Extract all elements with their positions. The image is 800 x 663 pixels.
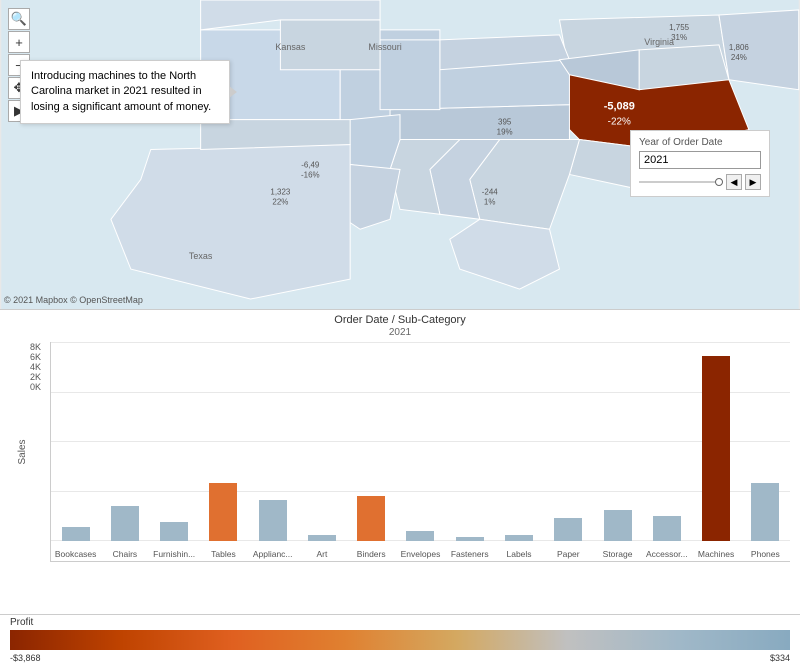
y-tick: 2K bbox=[30, 372, 41, 382]
bar-group[interactable]: Bookcases bbox=[51, 342, 100, 541]
year-filter-slider[interactable] bbox=[639, 181, 723, 183]
bar-label: Storage bbox=[603, 549, 633, 559]
bar-group[interactable]: Paper bbox=[544, 342, 593, 541]
svg-text:Texas: Texas bbox=[189, 251, 213, 261]
year-filter: Year of Order Date ◀ ▶ bbox=[630, 130, 770, 197]
slider-thumb[interactable] bbox=[715, 178, 723, 186]
bar-group[interactable]: Machines bbox=[691, 342, 740, 541]
y-axis-label: Sales bbox=[17, 439, 28, 464]
slider-prev-button[interactable]: ◀ bbox=[726, 174, 742, 190]
profit-bar-container: -$3,868 $334 bbox=[10, 630, 790, 650]
search-button[interactable]: 🔍 bbox=[8, 8, 30, 30]
profit-label: Profit bbox=[10, 617, 790, 628]
bar bbox=[160, 522, 188, 542]
bar-label: Fasteners bbox=[451, 549, 489, 559]
bar-group[interactable]: Envelopes bbox=[396, 342, 445, 541]
bar bbox=[406, 531, 434, 541]
profit-min-label: -$3,868 bbox=[10, 653, 41, 663]
bar-group[interactable]: Applianc... bbox=[248, 342, 297, 541]
slider-next-button[interactable]: ▶ bbox=[745, 174, 761, 190]
zoom-in-button[interactable]: + bbox=[8, 31, 30, 53]
svg-text:1,806: 1,806 bbox=[729, 43, 750, 52]
y-tick: 0K bbox=[30, 382, 41, 392]
bar-group[interactable]: Furnishin... bbox=[150, 342, 199, 541]
chart-subtitle: 2021 bbox=[10, 327, 790, 338]
bar bbox=[653, 516, 681, 541]
bar-group[interactable]: Tables bbox=[199, 342, 248, 541]
chart-area: 8K6K4K2K0K Sales BookcasesChairsFurnishi… bbox=[10, 342, 790, 562]
bar bbox=[554, 518, 582, 541]
svg-text:24%: 24% bbox=[731, 53, 747, 62]
bar bbox=[751, 483, 779, 542]
bar-label: Labels bbox=[506, 549, 531, 559]
profit-section: Profit -$3,868 $334 bbox=[0, 615, 800, 652]
svg-text:1%: 1% bbox=[484, 197, 496, 206]
svg-text:-6,49: -6,49 bbox=[301, 160, 320, 169]
bar-label: Chairs bbox=[113, 549, 138, 559]
y-tick: 8K bbox=[30, 342, 41, 352]
bar-label: Phones bbox=[751, 549, 780, 559]
year-filter-slider-row: ◀ ▶ bbox=[639, 174, 761, 190]
bar-label: Accessor... bbox=[646, 549, 688, 559]
bar bbox=[357, 496, 385, 541]
svg-text:-22%: -22% bbox=[608, 117, 631, 128]
svg-text:1,323: 1,323 bbox=[270, 187, 291, 196]
svg-text:22%: 22% bbox=[272, 197, 288, 206]
bar-label: Tables bbox=[211, 549, 236, 559]
bar bbox=[456, 537, 484, 541]
profit-bar-gradient: -$3,868 $334 bbox=[10, 630, 790, 650]
bar bbox=[308, 535, 336, 541]
bar-label: Paper bbox=[557, 549, 580, 559]
svg-text:395: 395 bbox=[498, 118, 512, 127]
bar-group[interactable]: Storage bbox=[593, 342, 642, 541]
bar-label: Applianc... bbox=[253, 549, 293, 559]
chart-section: Order Date / Sub-Category 2021 8K6K4K2K0… bbox=[0, 310, 800, 615]
bar bbox=[604, 510, 632, 541]
bar-group[interactable]: Chairs bbox=[100, 342, 149, 541]
tooltip-arrow bbox=[229, 86, 237, 98]
y-axis: 8K6K4K2K0K bbox=[10, 342, 45, 412]
bar bbox=[209, 483, 237, 542]
svg-text:31%: 31% bbox=[671, 33, 687, 42]
chart-title: Order Date / Sub-Category bbox=[10, 314, 790, 326]
svg-text:1,755: 1,755 bbox=[669, 23, 690, 32]
bar-group[interactable]: Art bbox=[297, 342, 346, 541]
svg-text:-5,089: -5,089 bbox=[604, 101, 635, 113]
y-tick: 4K bbox=[30, 362, 41, 372]
y-tick: 6K bbox=[30, 352, 41, 362]
bar-group[interactable]: Labels bbox=[494, 342, 543, 541]
map-copyright: © 2021 Mapbox © OpenStreetMap bbox=[4, 295, 143, 305]
bar-label: Art bbox=[317, 549, 328, 559]
svg-text:Missouri: Missouri bbox=[368, 42, 401, 52]
bar bbox=[259, 500, 287, 541]
bar-group[interactable]: Accessor... bbox=[642, 342, 691, 541]
svg-text:Virginia: Virginia bbox=[644, 37, 674, 47]
bar-label: Envelopes bbox=[401, 549, 441, 559]
year-filter-label: Year of Order Date bbox=[639, 137, 761, 148]
map-tooltip: Introducing machines to the North Caroli… bbox=[20, 60, 230, 124]
tooltip-text: Introducing machines to the North Caroli… bbox=[31, 70, 211, 113]
svg-text:-16%: -16% bbox=[301, 170, 320, 179]
bar bbox=[702, 356, 730, 541]
svg-text:-244: -244 bbox=[482, 187, 499, 196]
bar bbox=[62, 527, 90, 541]
bar-label: Furnishin... bbox=[153, 549, 195, 559]
bar-group[interactable]: Phones bbox=[741, 342, 790, 541]
year-filter-input[interactable] bbox=[639, 151, 761, 169]
bars-container: BookcasesChairsFurnishin...TablesApplian… bbox=[50, 342, 790, 562]
profit-max-label: $334 bbox=[770, 653, 790, 663]
svg-text:Kansas: Kansas bbox=[275, 42, 305, 52]
bar-label: Machines bbox=[698, 549, 734, 559]
map-section: -5,089 -22% Kansas Missouri Virginia Tex… bbox=[0, 0, 800, 310]
bar-label: Binders bbox=[357, 549, 386, 559]
bar bbox=[505, 535, 533, 541]
bar-group[interactable]: Fasteners bbox=[445, 342, 494, 541]
bar bbox=[111, 506, 139, 541]
bar-group[interactable]: Binders bbox=[347, 342, 396, 541]
svg-text:19%: 19% bbox=[497, 128, 513, 137]
bar-label: Bookcases bbox=[55, 549, 97, 559]
